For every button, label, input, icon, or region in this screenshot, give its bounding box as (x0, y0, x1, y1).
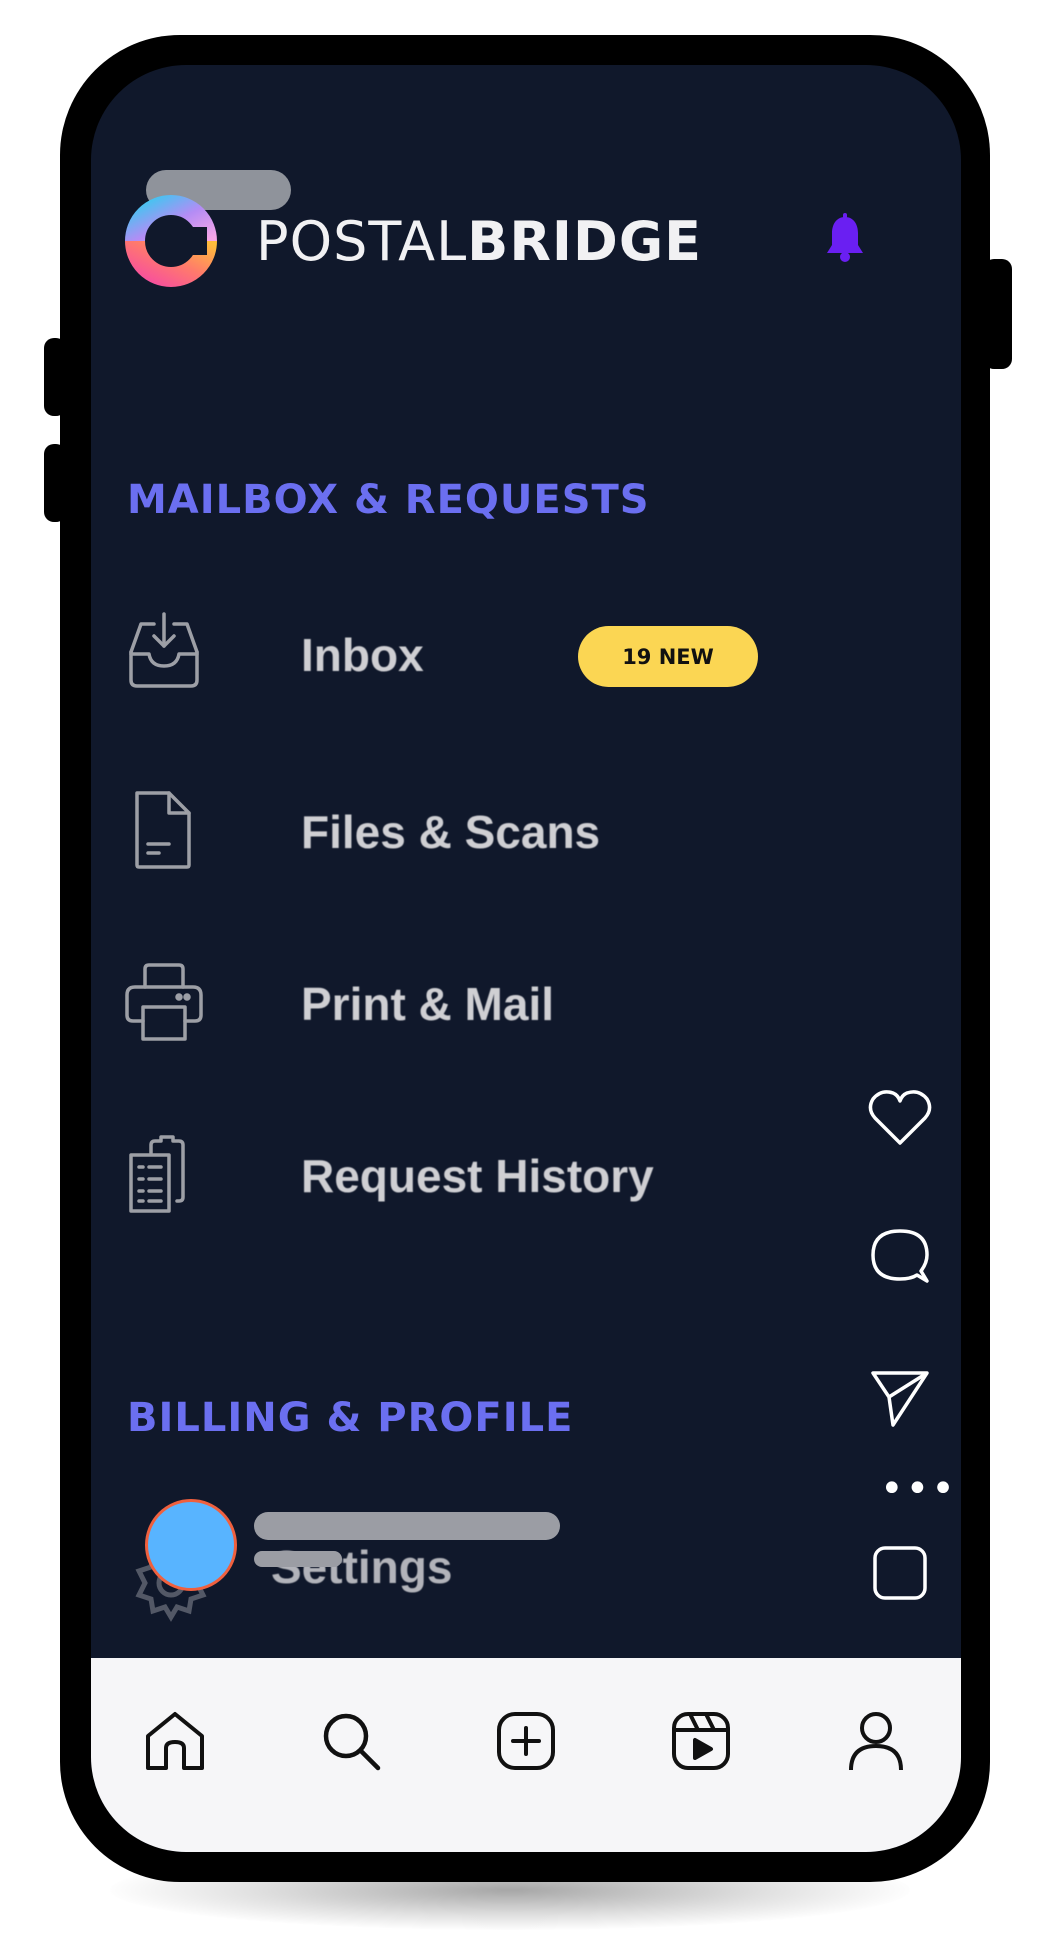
inbox-new-badge: 19 NEW (578, 626, 758, 687)
audio-thumbnail-icon[interactable] (867, 1540, 933, 1606)
menu-label-request-history: Request History (301, 1150, 654, 1202)
bell-icon[interactable] (824, 213, 866, 263)
search-icon[interactable] (318, 1708, 384, 1774)
inbox-icon (129, 612, 199, 688)
printer-icon (125, 963, 203, 1041)
file-icon (135, 791, 191, 869)
avatar[interactable] (145, 1499, 237, 1591)
app-screen: POSTALBRIDGE MAILBOX & REQUESTS Inbox 19… (91, 65, 961, 1852)
send-icon[interactable] (867, 1365, 933, 1431)
more-options-icon[interactable]: ••• (880, 1469, 957, 1509)
menu-label-inbox: Inbox (301, 629, 424, 681)
menu-item-request-history[interactable]: Request History (121, 1131, 841, 1241)
brand-name-bold: BRIDGE (467, 210, 703, 273)
profile-icon[interactable] (843, 1708, 909, 1774)
home-icon[interactable] (142, 1708, 208, 1774)
username-placeholder (254, 1512, 560, 1540)
bottom-nav (91, 1658, 961, 1852)
add-icon[interactable] (493, 1708, 559, 1774)
comment-icon[interactable] (867, 1225, 933, 1291)
menu-item-print-mail[interactable]: Print & Mail (121, 959, 841, 1069)
section-title-billing: BILLING & PROFILE (127, 1395, 574, 1441)
brand-name: POSTALBRIDGE (256, 210, 702, 273)
section-title-mailbox: MAILBOX & REQUESTS (127, 477, 650, 523)
phone-side-button (44, 444, 66, 522)
menu-label-settings[interactable]: Settings (271, 1540, 452, 1594)
reels-icon[interactable] (668, 1708, 734, 1774)
menu-label-print-mail: Print & Mail (301, 978, 555, 1030)
logo-icon (125, 195, 217, 287)
brand-name-light: POSTAL (256, 210, 468, 273)
clipboard-icon (129, 1135, 185, 1213)
caption-placeholder (254, 1551, 342, 1567)
phone-power-button (984, 259, 1012, 369)
menu-item-files-scans[interactable]: Files & Scans (121, 787, 841, 897)
menu-label-files-scans: Files & Scans (301, 806, 601, 858)
phone-side-button (44, 338, 66, 416)
heart-icon[interactable] (867, 1085, 933, 1151)
